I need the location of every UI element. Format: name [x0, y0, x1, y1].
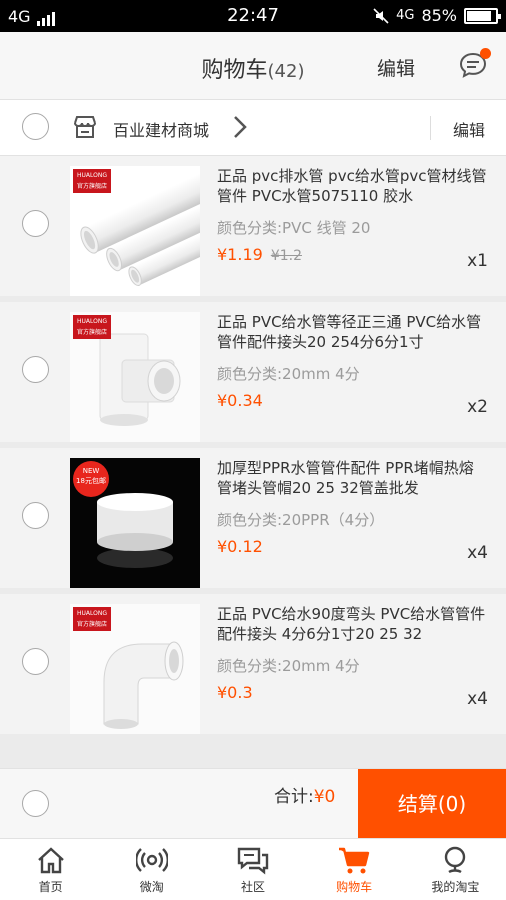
brand-badge-line: HUALONG: [77, 172, 107, 179]
tab-my-taobao[interactable]: 我的淘宝: [405, 839, 506, 900]
tab-label: 购物车: [336, 880, 373, 894]
chevron-right-icon[interactable]: [232, 114, 248, 140]
promo-badge-line: NEW: [82, 467, 100, 475]
total-amount: ¥0: [313, 787, 336, 807]
battery-fill: [467, 10, 491, 21]
brand-badge-line: 官方旗舰店: [76, 621, 107, 628]
notification-dot: [480, 48, 491, 59]
product-title[interactable]: 正品 pvc排水管 pvc给水管pvc管材线管管件 PVC水管5075110 胶…: [217, 166, 487, 206]
product-title[interactable]: 正品 PVC给水90度弯头 PVC给水管管件配件接头 4分6分1寸20 25 3…: [217, 604, 487, 644]
product-price: ¥0.3: [217, 683, 253, 702]
shop-edit-button[interactable]: 编辑: [453, 117, 485, 141]
promo-badge-line: 18元包邮: [76, 477, 106, 485]
original-price: ¥1.2: [270, 248, 302, 264]
select-all-checkbox[interactable]: [22, 790, 49, 817]
tab-label: 我的淘宝: [431, 880, 480, 894]
product-spec[interactable]: 颜色分类:20mm 4分: [217, 655, 360, 676]
brand-badge: HUALONG 官方旗舰店: [73, 607, 111, 631]
promo-badge: NEW 18元包邮: [73, 461, 109, 497]
tab-community[interactable]: 社区: [202, 839, 303, 900]
product-spec[interactable]: 颜色分类:20mm 4分: [217, 363, 360, 384]
product-price: ¥1.19 ¥1.2: [217, 245, 302, 264]
shop-select-checkbox[interactable]: [22, 113, 49, 140]
broadcast-icon: [135, 848, 168, 872]
item-select-checkbox[interactable]: [22, 502, 49, 529]
battery-icon: [464, 7, 501, 24]
cart-count: (42): [267, 61, 305, 82]
product-title[interactable]: 加厚型PPR水管管件配件 PPR堵帽热熔管堵头管帽20 25 32管盖批发: [217, 458, 487, 498]
status-bar: 4G 22:47 4G 85%: [0, 0, 506, 32]
page-title: 购物车(42): [0, 52, 506, 84]
checkout-bar: 合计:¥0 结算(0): [0, 768, 506, 839]
total-label: 合计:: [274, 787, 314, 807]
checkout-button[interactable]: 结算(0): [358, 769, 506, 839]
product-spec[interactable]: 颜色分类:PVC 线管 20: [217, 217, 370, 238]
cart-item[interactable]: HUALONG 官方旗舰店 正品 PVC给水管等径正三通 PVC给水管管件配件接头…: [0, 302, 506, 442]
status-icons: 4G 85%: [373, 6, 501, 25]
tab-label: 首页: [38, 880, 63, 894]
network-right-label: 4G: [396, 8, 415, 23]
current-price: ¥0.3: [217, 683, 253, 702]
community-icon: [237, 847, 269, 875]
current-price: ¥1.19: [217, 245, 263, 264]
brand-badge-line: HUALONG: [77, 610, 107, 617]
page-title-text: 购物车: [201, 58, 268, 83]
product-price: ¥0.12: [217, 537, 263, 556]
product-image[interactable]: NEW 18元包邮: [70, 458, 200, 588]
tab-cart[interactable]: 购物车: [304, 839, 405, 900]
product-image[interactable]: HUALONG 官方旗舰店: [70, 166, 200, 296]
product-title[interactable]: 正品 PVC给水管等径正三通 PVC给水管管件配件接头20 254分6分1寸: [217, 312, 487, 352]
cart-item[interactable]: HUALONG 官方旗舰店 正品 pvc排水管 pvc给水管pvc管材线管管件 P…: [0, 156, 506, 296]
shop-name[interactable]: 百业建材商城: [113, 117, 209, 141]
current-price: ¥0.12: [217, 537, 263, 556]
mute-icon: [373, 7, 389, 24]
item-select-checkbox[interactable]: [22, 648, 49, 675]
store-icon: [74, 116, 96, 138]
brand-badge-line: 官方旗舰店: [76, 183, 107, 190]
shop-row: 百业建材商城 编辑: [0, 100, 506, 156]
current-price: ¥0.34: [217, 391, 263, 410]
item-select-checkbox[interactable]: [22, 210, 49, 237]
bottom-tab-bar: 首页 微淘 社区 购物车 我的淘宝: [0, 838, 506, 900]
brand-badge: HUALONG 官方旗舰店: [73, 169, 111, 193]
divider: [430, 116, 431, 140]
brand-badge: HUALONG 官方旗舰店: [73, 315, 111, 339]
brand-badge-line: 官方旗舰店: [76, 329, 107, 336]
brand-badge-line: HUALONG: [77, 318, 107, 325]
cart-item[interactable]: NEW 18元包邮 加厚型PPR水管管件配件 PPR堵帽热熔管堵头管帽20 25 …: [0, 448, 506, 588]
edit-button[interactable]: 编辑: [377, 54, 415, 81]
tab-weitao[interactable]: 微淘: [101, 839, 202, 900]
cart-item[interactable]: HUALONG 官方旗舰店 正品 PVC给水90度弯头 PVC给水管管件配件接头 …: [0, 594, 506, 734]
product-quantity: x1: [467, 251, 488, 271]
total-summary: 合计:¥0: [274, 782, 335, 807]
message-button[interactable]: [458, 48, 491, 80]
item-select-checkbox[interactable]: [22, 356, 49, 383]
product-quantity: x2: [467, 397, 488, 417]
product-price: ¥0.34: [217, 391, 263, 410]
product-spec[interactable]: 颜色分类:20PPR（4分）: [217, 509, 384, 530]
product-quantity: x4: [467, 543, 488, 563]
product-image[interactable]: HUALONG 官方旗舰店: [70, 312, 200, 442]
tab-label: 社区: [240, 880, 265, 894]
profile-icon: [445, 846, 466, 874]
tab-home[interactable]: 首页: [0, 839, 101, 900]
product-image[interactable]: HUALONG 官方旗舰店: [70, 604, 200, 734]
home-icon: [37, 847, 64, 874]
product-quantity: x4: [467, 689, 488, 709]
tab-label: 微淘: [139, 880, 164, 894]
page-header: 购物车(42) 编辑: [0, 32, 506, 100]
cart-icon: [339, 847, 370, 874]
battery-percent: 85%: [421, 6, 457, 25]
